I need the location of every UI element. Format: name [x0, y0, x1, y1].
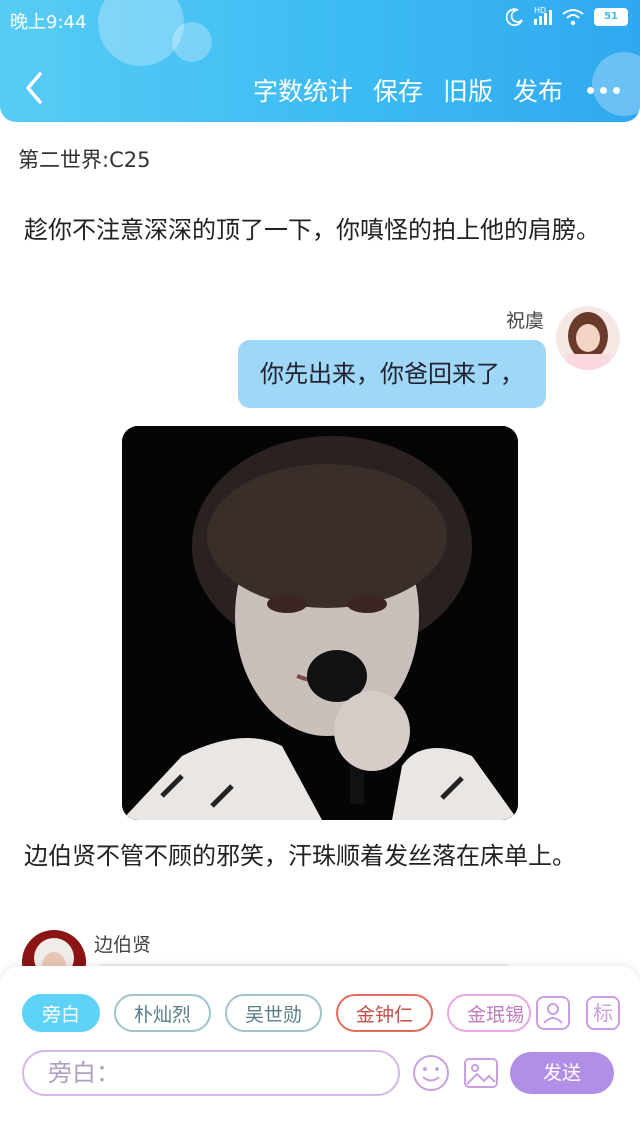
publish-button[interactable]: 发布 — [513, 72, 563, 108]
chat-photo[interactable] — [122, 426, 518, 820]
toolbar: 字数统计 保存 旧版 发布 — [253, 72, 620, 108]
old-version-button[interactable]: 旧版 — [443, 72, 493, 108]
moon-icon — [506, 8, 523, 26]
avatar[interactable] — [556, 306, 620, 370]
chapter-title: 第二世界:C25 — [18, 148, 151, 172]
narration-text: 边伯贤不管不顾的邪笑，汗珠顺着发丝落在床单上。 — [24, 842, 576, 870]
back-arrow-icon[interactable] — [20, 70, 50, 106]
role-selector: 旁白 朴灿烈 吴世勋 金钟仁 金珉锡 — [22, 994, 532, 1032]
network-label: HD — [534, 5, 547, 15]
contact-icon[interactable] — [536, 996, 570, 1030]
speech-bubble[interactable]: 你先出来，你爸回来了， — [238, 340, 546, 408]
status-bar: 晚上9:44 HD 51 — [8, 6, 628, 34]
wifi-icon — [562, 9, 584, 26]
signal-icon: HD — [534, 6, 552, 25]
message-input[interactable] — [24, 1052, 398, 1094]
speaker-name: 边伯贤 — [94, 934, 152, 956]
speaker-name: 祝虞 — [505, 310, 544, 332]
portrait-image — [122, 426, 518, 820]
message-input-wrap — [22, 1050, 400, 1096]
more-icon[interactable] — [587, 86, 620, 94]
image-icon[interactable] — [462, 1054, 500, 1092]
status-time: 晚上9:44 — [10, 12, 87, 33]
emoji-icon[interactable] — [412, 1054, 450, 1092]
narration-text: 趁你不注意深深的顶了一下，你嗔怪的拍上他的肩膀。 — [24, 216, 600, 244]
word-count-button[interactable]: 字数统计 — [253, 72, 353, 108]
role-chip[interactable]: 金钟仁 — [336, 994, 434, 1032]
top-bar: 晚上9:44 HD 51 字数统计 保存 旧版 发布 — [0, 0, 640, 122]
role-chip-narrator[interactable]: 旁白 — [22, 994, 101, 1032]
role-chip[interactable]: 朴灿烈 — [114, 994, 212, 1032]
role-chip[interactable]: 金珉锡 — [447, 994, 532, 1032]
composer-panel: 旁白 朴灿烈 吴世勋 金钟仁 金珉锡 标 发送 — [0, 966, 640, 1138]
battery-icon: 51 — [594, 8, 628, 26]
save-button[interactable]: 保存 — [373, 72, 423, 108]
role-chip[interactable]: 吴世勋 — [225, 994, 323, 1032]
send-button[interactable]: 发送 — [510, 1052, 614, 1094]
tag-icon[interactable]: 标 — [586, 996, 620, 1030]
